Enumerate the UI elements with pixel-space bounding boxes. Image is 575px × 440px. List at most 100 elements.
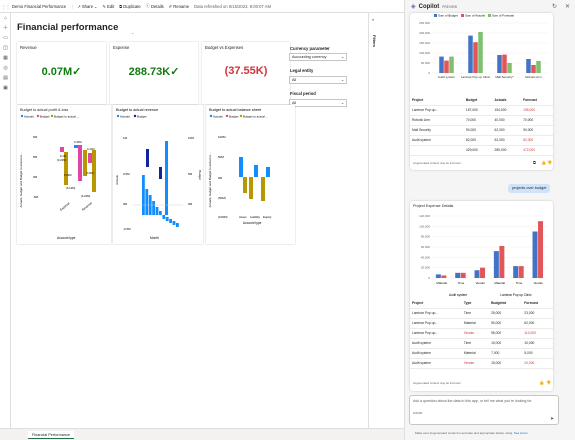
copilot-input[interactable]: Ask a question about the data in this ap…: [413, 399, 533, 403]
expense-card[interactable]: Expense 288.73K✓: [110, 42, 198, 104]
send-icon[interactable]: ➤: [550, 416, 554, 422]
thumbs-down-icon[interactable]: 👎: [547, 160, 552, 165]
cell: 154,000: [492, 105, 522, 116]
legend-actuals: Actuals: [120, 114, 130, 118]
card-title: Budget vs Expenses: [205, 45, 244, 50]
actuals-bar: [142, 175, 145, 215]
pl-chart-card[interactable]: Budget to actual profit & loss Actuals B…: [17, 105, 111, 244]
details-button[interactable]: ⓘ Details: [146, 3, 164, 9]
home-icon[interactable]: ⌂: [0, 13, 11, 23]
bar-0: [526, 59, 531, 73]
disclaimer: AI-generated content may be incorrect: [413, 381, 461, 385]
x-ticks: Audit system Laminar Pop up Clinic Mall Se…: [438, 75, 542, 79]
edit-button[interactable]: ✎ Edit: [103, 4, 115, 9]
budget-bar: [159, 167, 162, 179]
table-row: Audit system Material 7,000 5,000: [410, 348, 553, 359]
app-title[interactable]: Demo Financial Performance: [12, 4, 66, 9]
legend-bta-marker: [239, 114, 243, 118]
x-tick: Liability: [250, 215, 261, 219]
thumbs-up-icon[interactable]: 👍: [539, 380, 544, 385]
copilot-chart-1: Sum of Budget Sum of Actuals Sum of Fore…: [419, 14, 548, 79]
table-header: Project Budget Actuals Forecast: [410, 95, 553, 106]
copilot-icon: ◈: [411, 4, 416, 10]
filters-pane[interactable]: « Filters: [368, 13, 404, 428]
cell: 82,000: [463, 135, 493, 146]
table-header: Project Type Budgeted Forecast: [410, 298, 553, 309]
bar-revenue-bta-2: [92, 150, 96, 192]
metrics-icon[interactable]: ◎: [0, 63, 11, 73]
x-tick: Time: [458, 281, 465, 285]
cell: 10,000: [522, 338, 553, 349]
refresh-icon[interactable]: ↻: [552, 3, 557, 10]
data-label: (6.22M): [81, 194, 90, 198]
copilot-response-card-2: Project Expense Details 120,000 100,000 80…: [410, 201, 553, 391]
bar-revenue-budget: [78, 145, 82, 181]
expand-icon[interactable]: «: [372, 17, 374, 22]
card-title: Project Expense Details: [413, 204, 454, 208]
currency-slicer[interactable]: Accounting currency ⌄: [289, 53, 347, 61]
workspaces-icon[interactable]: ▣: [0, 83, 11, 93]
revenue-chart-card[interactable]: Budget to actual revenue Actuals Budget …: [113, 105, 203, 244]
see-terms-link[interactable]: See terms: [514, 431, 528, 435]
browse-icon[interactable]: ▭: [0, 33, 11, 43]
y-tick: 50M: [218, 155, 224, 159]
share-button[interactable]: ↗ Share ⌄: [77, 4, 97, 9]
kpi-value: (37.55K): [224, 65, 268, 77]
legend-item: Sum of Forecast: [492, 14, 514, 18]
revenue-card[interactable]: Revenue 0.07M✓: [17, 42, 106, 104]
apps-icon[interactable]: ▦: [0, 53, 11, 63]
legend-bta-marker: [50, 114, 54, 118]
x-tick: Laminar Pop up Clinic: [461, 75, 491, 79]
y-tick: 0: [428, 71, 430, 75]
create-icon[interactable]: ＋: [0, 23, 11, 33]
command-bar: ⋮⋮ Demo Financial Performance | ↗ Share ⌄ …: [0, 0, 404, 13]
y-tick: (100M): [218, 215, 228, 219]
card-title: Expense: [113, 45, 130, 50]
table-row: Mall Security 90,000 62,000 90,000: [410, 125, 553, 136]
bar-1: [480, 267, 486, 278]
thumbs-down-icon[interactable]: 👎: [546, 380, 551, 385]
y-axis-label-right: Budget: [198, 170, 202, 180]
legal-entity-slicer[interactable]: All ⌄: [289, 76, 347, 84]
datahub-icon[interactable]: ◫: [0, 43, 11, 53]
x-tick: Material: [494, 281, 505, 285]
actuals-bar: [162, 215, 166, 219]
close-icon[interactable]: ✕: [565, 3, 570, 10]
legend-actuals-marker: [116, 114, 120, 118]
col-header: Actuals: [492, 95, 522, 106]
bar-0: [435, 274, 441, 278]
x-tick: Audit system: [438, 75, 456, 79]
legend-budget-marker: [225, 114, 229, 118]
report-canvas: Financial performance ⌃ Revenue 0.07M✓ E…: [11, 13, 368, 428]
legal-entity-label: Legal entity: [290, 68, 314, 73]
fiscal-period-slicer[interactable]: All ⌄: [289, 99, 347, 107]
col-header: Type: [461, 298, 490, 309]
cell: 62,000: [492, 135, 522, 146]
grid-icon[interactable]: ⋮⋮: [0, 4, 12, 9]
cell: Audit system: [410, 338, 462, 349]
copilot-title: Copilot: [418, 3, 440, 10]
bar-0: [455, 272, 461, 278]
thumbs-up-icon[interactable]: 👍: [541, 160, 546, 165]
learn-icon[interactable]: ▤: [0, 73, 11, 83]
actuals-bar: [176, 223, 179, 227]
char-counter: 0/2000: [413, 411, 423, 415]
cell: 195,000: [521, 105, 553, 116]
rename-button[interactable]: ✐ Rename: [169, 4, 189, 9]
x-tick: Mall Security*: [495, 75, 514, 79]
cell: 289,000: [492, 145, 522, 156]
copilot-chart-2: 120,000100,00080,00060,00040,00020,0000 …: [419, 214, 548, 297]
bar-asset-bta: [243, 177, 247, 193]
copilot-input-box[interactable]: Ask a question about the data in this ap…: [409, 395, 559, 425]
col-header: Project: [410, 95, 464, 106]
chart-title: Budget to actual balance sheet: [209, 108, 262, 112]
tab-financial-performance[interactable]: Financial Performance: [28, 431, 74, 439]
duplicate-button[interactable]: ⧉ Duplicate: [119, 4, 140, 9]
budget-vs-expenses-card[interactable]: Budget vs Expenses (37.55K): [202, 42, 290, 104]
x-tick: Time: [516, 281, 523, 285]
y-tick: 120,000: [419, 214, 430, 218]
collapse-chevron[interactable]: ⌃: [131, 32, 134, 37]
balance-sheet-chart-card[interactable]: Budget to actual balance sheet Actuals B…: [206, 105, 295, 244]
copy-icon[interactable]: ⧉: [533, 160, 536, 165]
cell: [410, 145, 464, 156]
